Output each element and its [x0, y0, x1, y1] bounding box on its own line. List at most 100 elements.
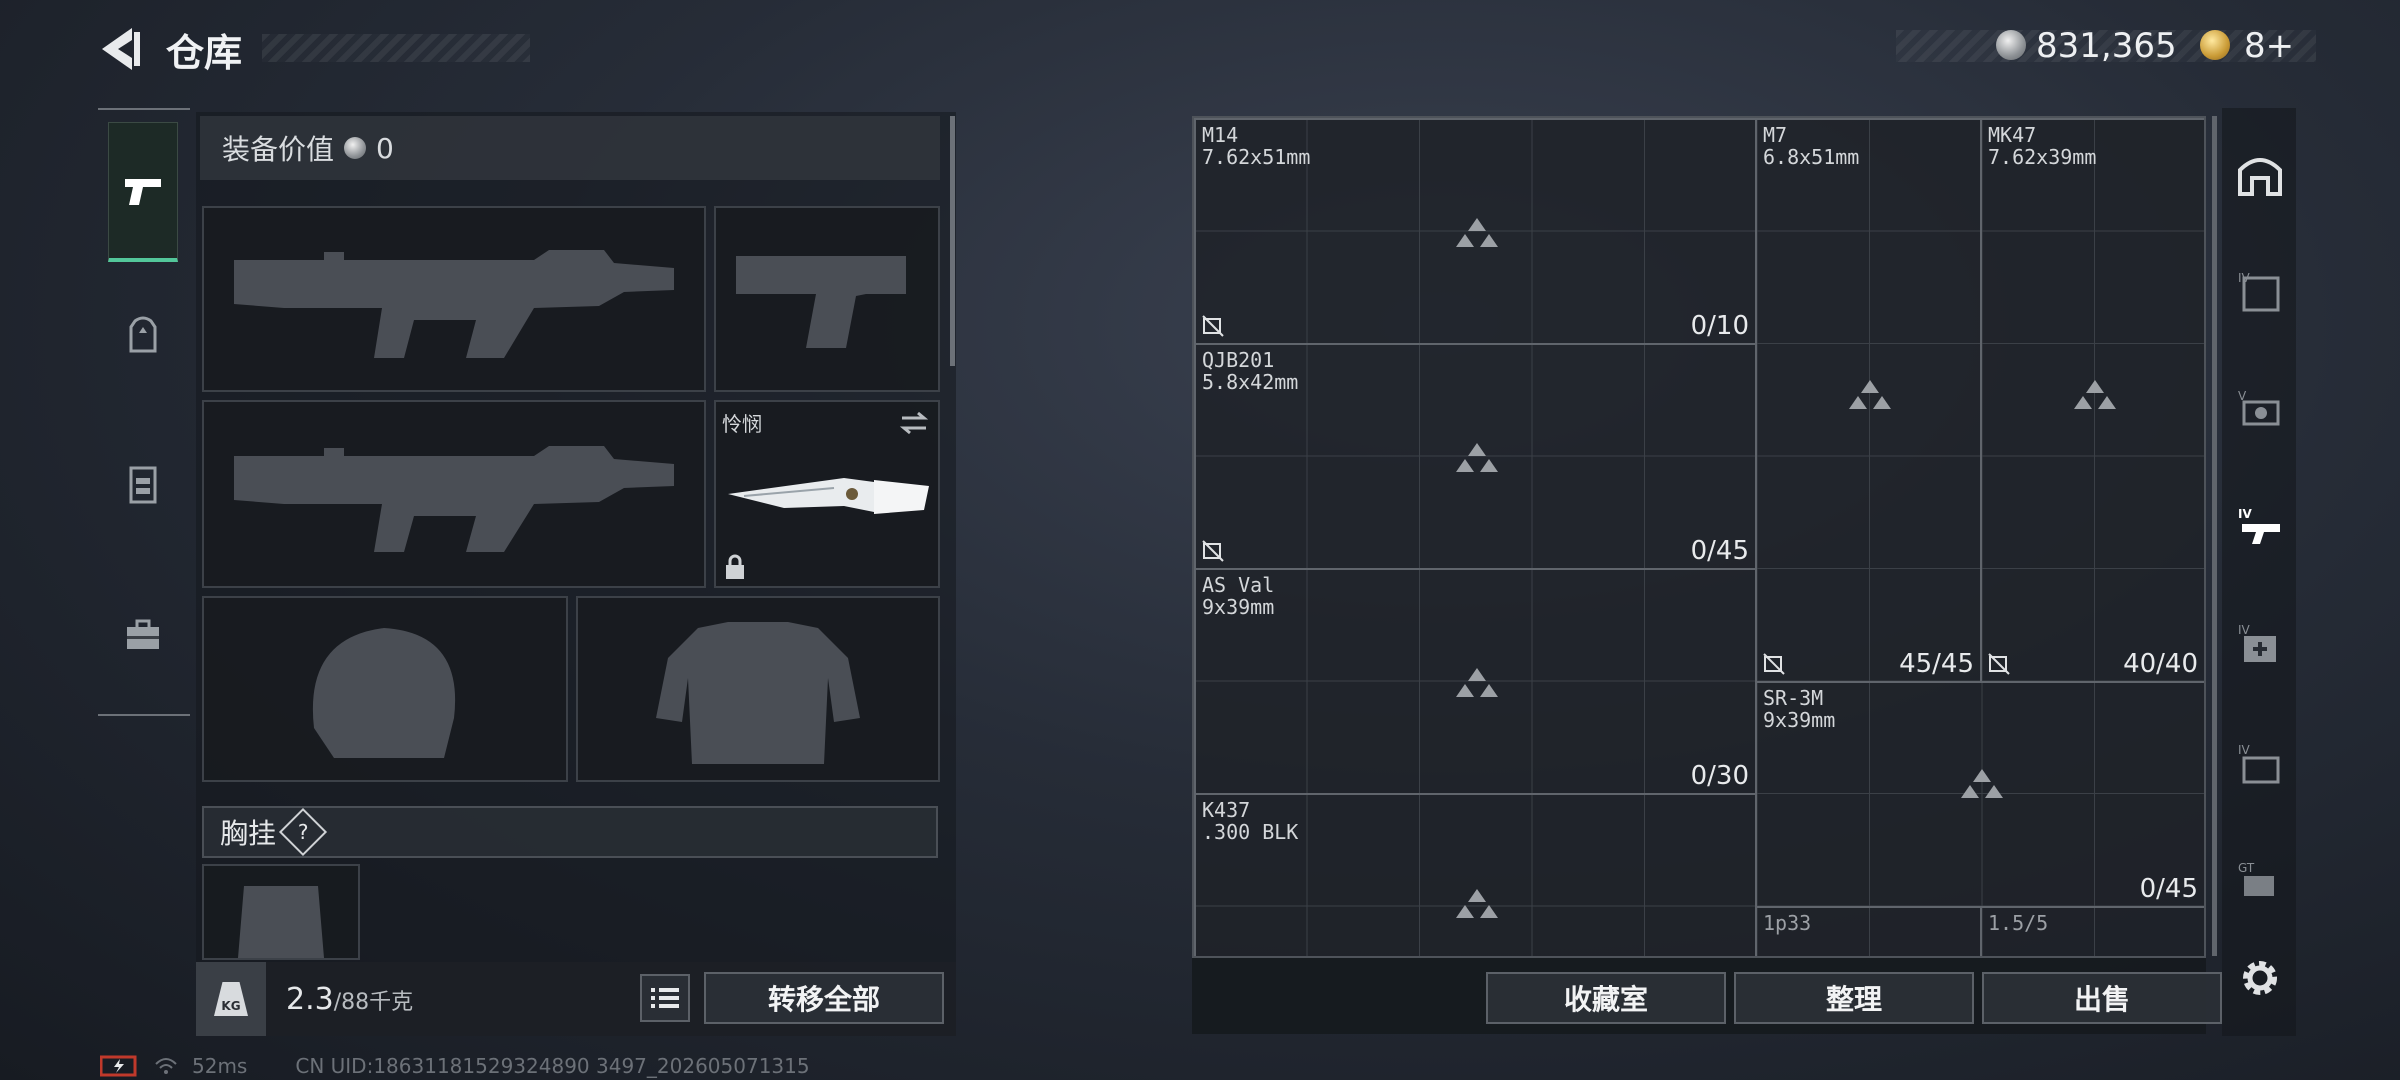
rifle-silhouette-icon: [234, 446, 674, 552]
pistol-silhouette-icon: [736, 256, 906, 348]
back-arrow-icon: [102, 28, 140, 70]
ammo-cell-mk47[interactable]: MK47 7.62x39mm 40/40: [1980, 118, 2204, 683]
nav-armor[interactable]: [108, 450, 178, 520]
equipment-value: 0: [376, 131, 394, 165]
weight-current: 2.3: [286, 982, 334, 1017]
sort-button[interactable]: 整理: [1734, 972, 1974, 1024]
chest-rig-slot[interactable]: [202, 864, 360, 960]
help-icon[interactable]: ?: [278, 807, 328, 857]
helmet-slot[interactable]: [202, 596, 568, 782]
melee-slot[interactable]: 怜悯: [714, 400, 940, 588]
filter-iv-container[interactable]: IV: [2236, 740, 2284, 788]
briefcase-icon: [127, 619, 159, 649]
silver-amount: 831,365: [2036, 26, 2177, 66]
no-ammo-icon: [1988, 653, 2010, 675]
weight-readout: 2.3/88千克: [286, 982, 413, 1017]
filter-iv-medical[interactable]: IV: [2236, 622, 2284, 670]
status-bar: 52ms CN UID:18631181529324890 3497_20260…: [100, 1054, 810, 1078]
storage-filter-nav: IV V IV IV IV GT: [2222, 108, 2296, 1036]
helmet-silhouette-icon: [312, 628, 456, 758]
filter-all[interactable]: [2236, 150, 2284, 198]
ammo-count: 45/45: [1899, 649, 1974, 679]
empty-slot-icon: [1456, 668, 1498, 697]
knife-icon: [728, 478, 929, 514]
empty-slot-icon: [1456, 218, 1498, 247]
weapon-grade-icon: IV: [2238, 507, 2280, 544]
sell-button[interactable]: 出售: [1982, 972, 2222, 1024]
ammo-count: 0/45: [1690, 536, 1749, 566]
svg-text:GT: GT: [2238, 861, 2255, 875]
ammo-count: 0/45: [2139, 874, 2198, 904]
ammo-cell-partial[interactable]: 1.5/5: [1980, 906, 2204, 956]
ammo-cell-sr-3m[interactable]: SR-3M 9x39mm 0/45: [1755, 681, 2204, 908]
warehouse-icon: [2238, 158, 2282, 196]
lock-icon: [726, 554, 744, 579]
ammo-count: 0/30: [1690, 761, 1749, 791]
nav-case[interactable]: [108, 600, 178, 670]
list-view-button[interactable]: [640, 974, 690, 1022]
filter-gtl[interactable]: GT: [2236, 858, 2284, 906]
ammo-cell-1p33[interactable]: 1p33: [1755, 906, 1982, 956]
sidearm-slot[interactable]: [714, 206, 940, 392]
ammo-cell-k437[interactable]: K437.300 BLK: [1194, 793, 1757, 956]
equipment-value-bar: 装备价值 0: [200, 116, 940, 180]
rifle-silhouette-icon: [234, 250, 674, 358]
weight-icon: KG: [196, 962, 266, 1036]
silver-coin-icon: [1996, 30, 2026, 60]
collection-room-button[interactable]: 收藏室: [1486, 972, 1726, 1024]
swap-icon[interactable]: [898, 410, 930, 436]
medkit-grade-icon: IV: [2238, 623, 2276, 662]
tool-grade-icon: GT: [2238, 861, 2274, 896]
backpack-icon: [129, 316, 157, 353]
secondary-weapon-slot[interactable]: [202, 400, 706, 588]
empty-slot-icon: [1849, 380, 1891, 409]
nav-backpack[interactable]: [108, 300, 178, 370]
filter-iv-helmet[interactable]: IV: [2236, 268, 2284, 316]
no-ammo-icon: [1202, 315, 1224, 337]
settings-button[interactable]: [2236, 954, 2284, 1002]
ammo-count: 0/10: [1690, 311, 1749, 341]
empty-slot-icon: [1961, 769, 2003, 798]
ammo-grid: M14 7.62x51mm 0/10 QJB201 5.8x42mm 0/45 AS…: [1192, 116, 2206, 958]
filter-iv-weapon[interactable]: IV: [2236, 504, 2284, 552]
melee-name: 怜悯: [722, 412, 762, 436]
svg-text:IV: IV: [2238, 507, 2252, 521]
title-decoration: [262, 34, 530, 62]
vest-icon: [129, 466, 157, 504]
svg-text:V: V: [2238, 389, 2247, 403]
loadout-scrollbar[interactable]: [950, 116, 955, 366]
gear-icon: [2243, 961, 2277, 995]
ammo-count: 40/40: [2123, 649, 2198, 679]
grid-scrollbar[interactable]: [2212, 116, 2217, 956]
user-uid: CN UID:18631181529324890 3497_2026050713…: [295, 1054, 810, 1078]
kg-weight-icon: KG: [214, 982, 248, 1016]
ping-readout: 52ms: [192, 1054, 248, 1078]
ammo-cell-as-val[interactable]: AS Val 9x39mm 0/30: [1194, 568, 1757, 795]
empty-slot-icon: [1456, 443, 1498, 472]
filter-v-sight[interactable]: V: [2236, 386, 2284, 434]
svg-text:IV: IV: [2238, 623, 2251, 637]
primary-weapon-slot[interactable]: [202, 206, 706, 392]
svg-text:IV: IV: [2238, 271, 2251, 285]
chest-rig-label: 胸挂: [220, 817, 277, 850]
weight-max: /88千克: [333, 990, 414, 1015]
rig-silhouette-icon: [238, 886, 324, 958]
empty-slot-icon: [1456, 889, 1498, 918]
empty-slot-icon: [2074, 380, 2116, 409]
ammo-cell-qjb201[interactable]: QJB201 5.8x42mm 0/45: [1194, 343, 1757, 570]
chest-rig-bar: 胸挂 ?: [202, 806, 938, 858]
body-armor-slot[interactable]: [576, 596, 940, 782]
scope-grade-icon: V: [2238, 389, 2280, 426]
ammo-cell-m14[interactable]: M14 7.62x51mm 0/10: [1194, 118, 1757, 345]
battery-charging-icon: [100, 1055, 137, 1077]
back-button[interactable]: [96, 24, 142, 74]
category-nav: [98, 108, 190, 716]
gold-coin-icon: [2200, 30, 2230, 60]
armor-silhouette-icon: [656, 622, 860, 764]
case-grade-icon: IV: [2238, 743, 2280, 784]
nav-weapons[interactable]: [108, 122, 178, 262]
transfer-all-button[interactable]: 转移全部: [704, 972, 944, 1024]
svg-text:IV: IV: [2238, 743, 2251, 757]
ammo-cell-m7[interactable]: M7 6.8x51mm 45/45: [1755, 118, 1982, 683]
pistol-icon: [125, 178, 161, 205]
